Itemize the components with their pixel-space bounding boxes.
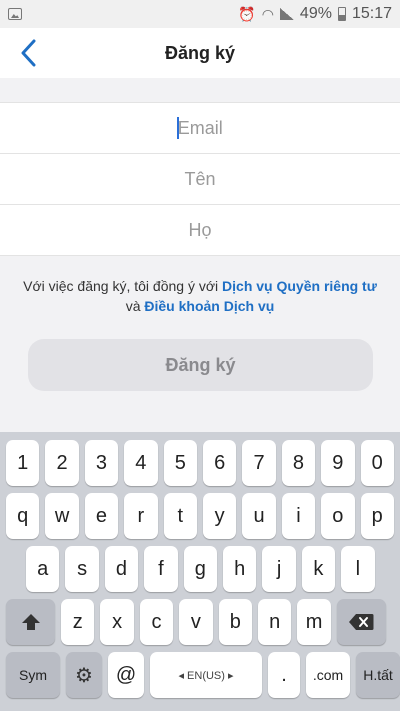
key-1[interactable]: 1 (6, 440, 40, 486)
settings-key[interactable]: ⚙ (66, 652, 102, 698)
key-2[interactable]: 2 (45, 440, 79, 486)
shift-key[interactable] (6, 599, 55, 645)
keyboard-bottom-row: Sym ⚙ @ ◂ EN(US) ▸ . .com H.tất (0, 652, 400, 698)
key-6[interactable]: 6 (202, 440, 237, 486)
dot-key[interactable]: . (268, 652, 300, 698)
keyboard-row-2: a s d f g h j k l (0, 546, 400, 592)
terms-middle: và (125, 298, 145, 314)
backspace-key[interactable] (336, 599, 386, 645)
signal-icon (279, 8, 294, 20)
key-d[interactable]: d (104, 546, 139, 592)
terms-text: Với việc đăng ký, tôi đồng ý với Dịch vụ… (20, 276, 380, 316)
key-t[interactable]: t (163, 493, 197, 539)
nav-bar: Đăng ký (0, 28, 400, 78)
key-v[interactable]: v (179, 599, 213, 645)
alarm-icon: ⏰ (238, 5, 256, 22)
backspace-icon (349, 614, 374, 630)
terms-prefix: Với việc đăng ký, tôi đồng ý với (23, 278, 223, 294)
key-q[interactable]: q (6, 493, 40, 539)
key-8[interactable]: 8 (281, 440, 316, 486)
gear-icon: ⚙ (75, 664, 93, 687)
page-title: Đăng ký (164, 42, 236, 63)
first-name-field[interactable] (0, 154, 400, 205)
first-name-input[interactable] (0, 168, 400, 190)
keyboard-number-row: 1 2 3 4 5 6 7 8 9 0 (0, 440, 400, 486)
email-field[interactable]: Email (0, 103, 400, 154)
key-j[interactable]: j (262, 546, 296, 592)
signup-form: Email (0, 102, 400, 256)
chevron-left-icon (21, 39, 36, 67)
keyboard-row-1: q w e r t y u i o p (0, 493, 400, 539)
last-name-field[interactable] (0, 205, 400, 256)
battery-icon (337, 7, 346, 21)
key-n[interactable]: n (257, 599, 292, 645)
key-h[interactable]: h (222, 546, 257, 592)
key-z[interactable]: z (61, 599, 95, 645)
terms-link[interactable]: Điều khoản Dịch vụ (144, 298, 274, 314)
key-u[interactable]: u (242, 493, 276, 539)
battery-percent: 49% (299, 5, 332, 22)
sym-key[interactable]: Sym (6, 652, 60, 698)
email-placeholder: Email (177, 117, 223, 138)
shift-icon (21, 614, 40, 630)
space-key[interactable]: ◂ EN(US) ▸ (150, 652, 262, 698)
key-f[interactable]: f (144, 546, 178, 592)
key-x[interactable]: x (100, 599, 134, 645)
last-name-input[interactable] (0, 219, 400, 241)
key-0[interactable]: 0 (360, 440, 394, 486)
at-key[interactable]: @ (108, 652, 144, 698)
key-i[interactable]: i (281, 493, 316, 539)
key-7[interactable]: 7 (242, 440, 276, 486)
key-l[interactable]: l (341, 546, 375, 592)
status-bar: ⏰ ◠ 49% 15:17 (0, 0, 400, 28)
signup-button[interactable]: Đăng ký (28, 339, 373, 391)
key-a[interactable]: a (26, 546, 60, 592)
done-key[interactable]: H.tất (356, 652, 400, 698)
key-5[interactable]: 5 (163, 440, 197, 486)
clock: 15:17 (351, 5, 392, 22)
key-4[interactable]: 4 (124, 440, 158, 486)
key-c[interactable]: c (139, 599, 174, 645)
key-o[interactable]: o (321, 493, 355, 539)
key-w[interactable]: w (45, 493, 79, 539)
privacy-link[interactable]: Dịch vụ Quyền riêng tư (222, 278, 377, 294)
key-y[interactable]: y (202, 493, 237, 539)
key-9[interactable]: 9 (321, 440, 355, 486)
back-button[interactable] (14, 36, 42, 70)
keyboard-row-3: z x c v b n m (0, 599, 400, 645)
keyboard: 1 2 3 4 5 6 7 8 9 0 q w e r t y u i o p … (0, 432, 400, 711)
key-s[interactable]: s (65, 546, 99, 592)
key-g[interactable]: g (183, 546, 217, 592)
key-p[interactable]: p (360, 493, 394, 539)
key-m[interactable]: m (297, 599, 331, 645)
key-3[interactable]: 3 (84, 440, 119, 486)
gallery-notification-icon (8, 8, 22, 20)
key-r[interactable]: r (124, 493, 158, 539)
key-b[interactable]: b (218, 599, 252, 645)
key-e[interactable]: e (84, 493, 119, 539)
key-k[interactable]: k (301, 546, 336, 592)
wifi-icon: ◠ (261, 5, 274, 22)
dotcom-key[interactable]: .com (306, 652, 350, 698)
